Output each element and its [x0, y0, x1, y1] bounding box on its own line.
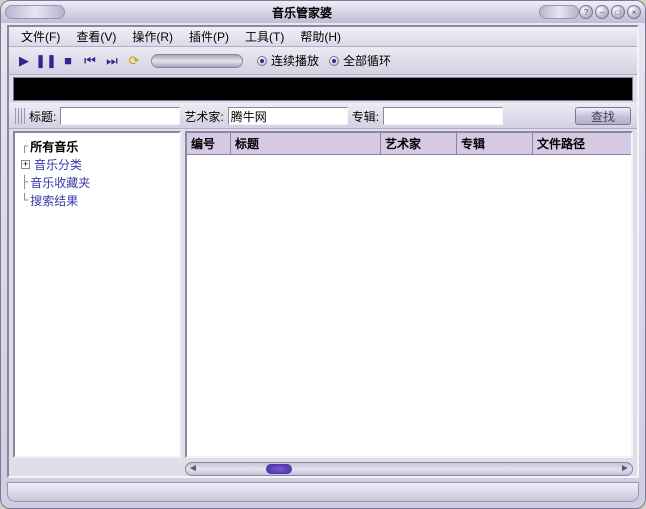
col-album[interactable]: 专辑 [457, 133, 533, 154]
tree-label: 音乐收藏夹 [30, 174, 90, 191]
tree-label: 所有音乐 [30, 138, 78, 155]
tree-item-search-results[interactable]: └ 搜索结果 [17, 191, 177, 209]
title-input[interactable] [60, 107, 180, 125]
titlebar-left-deco [5, 5, 65, 19]
tree-item-all-music[interactable]: ┌ 所有音乐 [17, 137, 177, 155]
grip-icon [15, 108, 25, 124]
playback-toolbar: ▶ ❚❚ ■ ⏮ ⏭ ⟳ 连续播放 全部循环 [9, 47, 637, 75]
scroll-right-icon[interactable]: ► [620, 463, 630, 475]
main-split: ┌ 所有音乐 + 音乐分类 ├ 音乐收藏夹 └ 搜索结果 编号 [9, 129, 637, 460]
tree-pane[interactable]: ┌ 所有音乐 + 音乐分类 ├ 音乐收藏夹 └ 搜索结果 [13, 131, 181, 458]
loop-all-option[interactable]: 全部循环 [329, 52, 391, 69]
app-window: 音乐管家婆 ? – □ × 文件(F) 查看(V) 操作(R) 插件(P) 工具… [0, 0, 646, 509]
expand-icon[interactable]: + [21, 160, 30, 169]
visualizer [13, 77, 633, 101]
tree-line-icon: └ [21, 193, 28, 207]
horizontal-scrollbar[interactable]: ◄ ► [185, 462, 633, 476]
title-label: 标题: [29, 108, 56, 125]
titlebar-right-deco [539, 5, 579, 19]
tree-label: 音乐分类 [34, 156, 82, 173]
list-body[interactable] [187, 155, 631, 456]
refresh-icon[interactable]: ⟳ [125, 52, 143, 70]
menubar: 文件(F) 查看(V) 操作(R) 插件(P) 工具(T) 帮助(H) [9, 27, 637, 47]
close-button[interactable]: × [627, 5, 641, 19]
artist-input[interactable] [228, 107, 348, 125]
inner-frame: 文件(F) 查看(V) 操作(R) 插件(P) 工具(T) 帮助(H) ▶ ❚❚… [7, 25, 639, 478]
tree-item-categories[interactable]: + 音乐分类 [17, 155, 177, 173]
next-icon[interactable]: ⏭ [103, 52, 121, 70]
menu-tools[interactable]: 工具(T) [239, 26, 290, 47]
col-title[interactable]: 标题 [231, 133, 381, 154]
list-header: 编号 标题 艺术家 专辑 文件路径 [187, 133, 631, 155]
radio-icon [257, 56, 267, 66]
tree-line-icon: ┌ [21, 139, 28, 153]
radio-icon [329, 56, 339, 66]
scrollbar-thumb[interactable] [266, 464, 292, 474]
menu-help[interactable]: 帮助(H) [294, 26, 347, 47]
list-pane[interactable]: 编号 标题 艺术家 专辑 文件路径 [185, 131, 633, 458]
col-artist[interactable]: 艺术家 [381, 133, 457, 154]
col-path[interactable]: 文件路径 [533, 133, 631, 154]
stop-icon[interactable]: ■ [59, 52, 77, 70]
album-label: 专辑: [352, 108, 379, 125]
artist-label: 艺术家: [184, 108, 223, 125]
menu-file[interactable]: 文件(F) [15, 26, 66, 47]
status-bar [7, 482, 639, 502]
pause-icon[interactable]: ❚❚ [37, 52, 55, 70]
menu-operate[interactable]: 操作(R) [126, 26, 179, 47]
menu-plugins[interactable]: 插件(P) [183, 26, 235, 47]
play-icon[interactable]: ▶ [15, 52, 33, 70]
window-title: 音乐管家婆 [65, 4, 539, 21]
tree-item-favorites[interactable]: ├ 音乐收藏夹 [17, 173, 177, 191]
album-input[interactable] [383, 107, 503, 125]
menu-view[interactable]: 查看(V) [70, 26, 122, 47]
col-number[interactable]: 编号 [187, 133, 231, 154]
find-button[interactable]: 查找 [575, 107, 631, 125]
repeat-label: 连续播放 [271, 52, 319, 69]
scroll-left-icon[interactable]: ◄ [188, 463, 198, 475]
tree-label: 搜索结果 [30, 192, 78, 209]
prev-icon[interactable]: ⏮ [81, 52, 99, 70]
help-button[interactable]: ? [579, 5, 593, 19]
titlebar[interactable]: 音乐管家婆 ? – □ × [1, 1, 645, 23]
repeat-option[interactable]: 连续播放 [257, 52, 319, 69]
search-bar: 标题: 艺术家: 专辑: 查找 [9, 103, 637, 129]
tree-line-icon: ├ [21, 175, 28, 189]
minimize-button[interactable]: – [595, 5, 609, 19]
loop-all-label: 全部循环 [343, 52, 391, 69]
window-buttons: ? – □ × [579, 5, 641, 19]
maximize-button[interactable]: □ [611, 5, 625, 19]
progress-slider[interactable] [151, 54, 243, 68]
